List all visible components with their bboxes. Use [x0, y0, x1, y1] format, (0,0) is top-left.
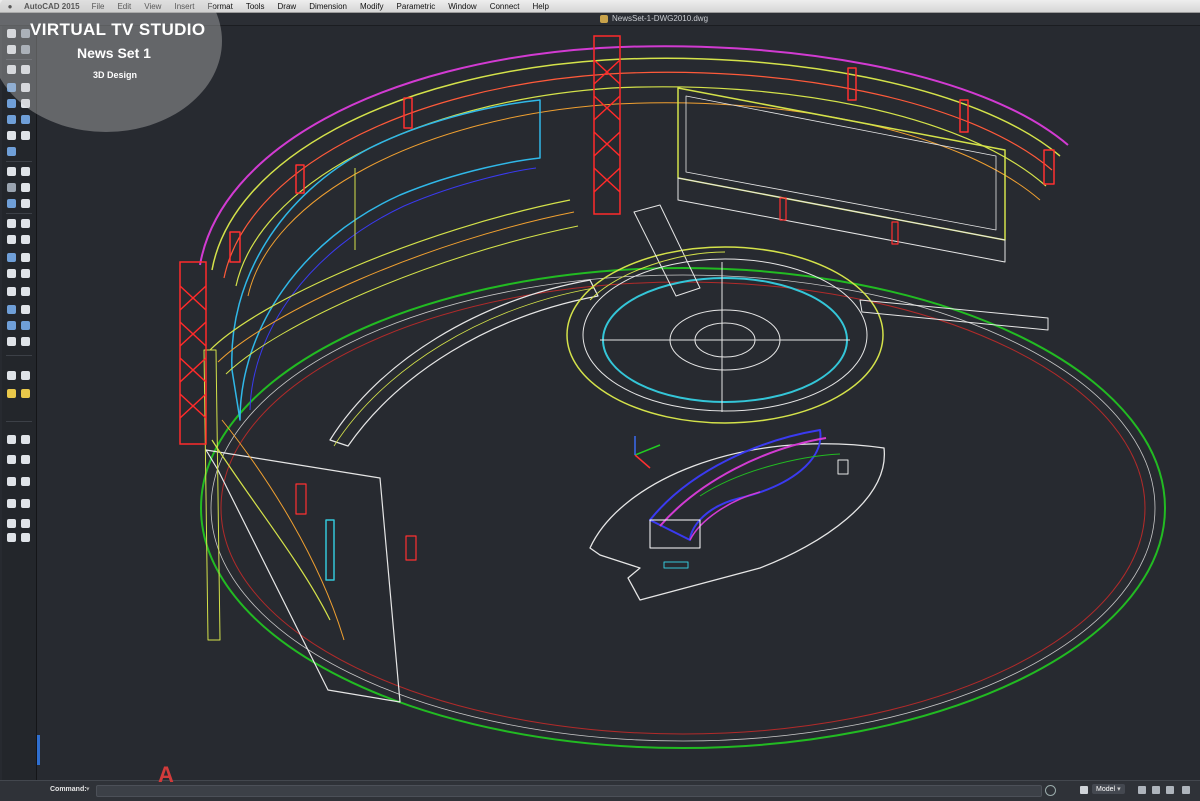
watermark-subtitle: News Set 1: [77, 45, 151, 61]
menu-parametric[interactable]: Parametric: [397, 2, 436, 11]
chevron-down-icon: ▾: [1117, 786, 1121, 793]
menu-connect[interactable]: Connect: [490, 2, 520, 11]
watermark-title: VIRTUAL TV STUDIO: [30, 20, 206, 39]
polygon-icon[interactable]: [21, 253, 30, 262]
subtract-icon[interactable]: [21, 321, 30, 330]
menu-window[interactable]: Window: [448, 2, 476, 11]
tool-separator: [6, 161, 32, 162]
erase-icon[interactable]: [7, 167, 16, 176]
command-input[interactable]: [96, 785, 1042, 797]
orbit-icon[interactable]: [7, 147, 16, 156]
layer-icon[interactable]: [7, 499, 16, 508]
document-title-text: NewsSet-1-DWG2010.dwg: [612, 14, 709, 23]
ortho-icon[interactable]: [1166, 786, 1174, 794]
torus-icon[interactable]: [21, 115, 30, 124]
scale-icon[interactable]: [21, 199, 30, 208]
tool-separator: [6, 421, 32, 422]
polyline-icon[interactable]: [21, 219, 30, 228]
polysolid-icon[interactable]: [21, 131, 30, 140]
document-title: NewsSet-1-DWG2010.dwg: [600, 14, 708, 23]
menu-help[interactable]: Help: [532, 2, 548, 11]
intersect-icon[interactable]: [7, 337, 16, 346]
ungroup-icon[interactable]: [21, 533, 30, 542]
hatch-icon[interactable]: [7, 371, 16, 380]
truss-tower-left: [179, 261, 207, 445]
render-icon[interactable]: [21, 389, 30, 398]
dimension-icon[interactable]: [21, 455, 30, 464]
autocad-logo-icon: A: [158, 762, 174, 787]
copy-icon[interactable]: [21, 167, 30, 176]
command-history-icon[interactable]: ▾: [86, 785, 90, 793]
rotate-icon[interactable]: [7, 199, 16, 208]
settings-icon[interactable]: [1182, 786, 1190, 794]
measure-icon[interactable]: [7, 519, 16, 528]
line-icon[interactable]: [7, 219, 16, 228]
truss-tower-center: [593, 35, 621, 215]
mtext-icon[interactable]: [21, 435, 30, 444]
area-icon[interactable]: [21, 519, 30, 528]
union-icon[interactable]: [7, 321, 16, 330]
tool-separator: [6, 213, 32, 214]
move-icon[interactable]: [7, 287, 16, 296]
layout-icon[interactable]: [1080, 786, 1088, 794]
extrude-icon[interactable]: [7, 305, 16, 314]
ellipse-icon[interactable]: [21, 287, 30, 296]
grid-icon[interactable]: [1138, 786, 1146, 794]
text-icon[interactable]: [7, 435, 16, 444]
model-tab[interactable]: Model ▾: [1092, 784, 1125, 794]
slice-icon[interactable]: [21, 337, 30, 346]
rectangle-icon[interactable]: [7, 253, 16, 262]
menu-tools[interactable]: Tools: [246, 2, 265, 11]
light-icon[interactable]: [7, 389, 16, 398]
pyramid-icon[interactable]: [7, 131, 16, 140]
snap-icon[interactable]: [1152, 786, 1160, 794]
revolve-icon[interactable]: [21, 305, 30, 314]
menu-draw[interactable]: Draw: [278, 2, 297, 11]
tool-separator: [6, 355, 32, 356]
arc-icon[interactable]: [7, 235, 16, 244]
group-icon[interactable]: [7, 533, 16, 542]
document-icon: [600, 14, 608, 23]
menu-dimension[interactable]: Dimension: [309, 2, 347, 11]
circle-icon[interactable]: [21, 269, 30, 278]
cone-icon[interactable]: [7, 99, 16, 108]
fillet-icon[interactable]: [7, 269, 16, 278]
truss-overlay: [179, 35, 621, 445]
command-label: Command:: [50, 786, 87, 793]
mirror-icon[interactable]: [7, 183, 16, 192]
insert-icon[interactable]: [21, 477, 30, 486]
block-icon[interactable]: [7, 477, 16, 486]
gradient-icon[interactable]: [21, 371, 30, 380]
menu-modify[interactable]: Modify: [360, 2, 384, 11]
model-tab-label: Model: [1096, 786, 1116, 793]
wedge-icon[interactable]: [7, 115, 16, 124]
command-bar: Command: ▾ Model ▾: [0, 780, 1200, 801]
watermark-caption: 3D Design: [93, 70, 138, 80]
offset-icon[interactable]: [21, 183, 30, 192]
properties-icon[interactable]: [21, 499, 30, 508]
tool-palette: [2, 25, 37, 780]
table-icon[interactable]: [7, 455, 16, 464]
spline-icon[interactable]: [21, 235, 30, 244]
command-options-icon[interactable]: [1045, 785, 1056, 796]
